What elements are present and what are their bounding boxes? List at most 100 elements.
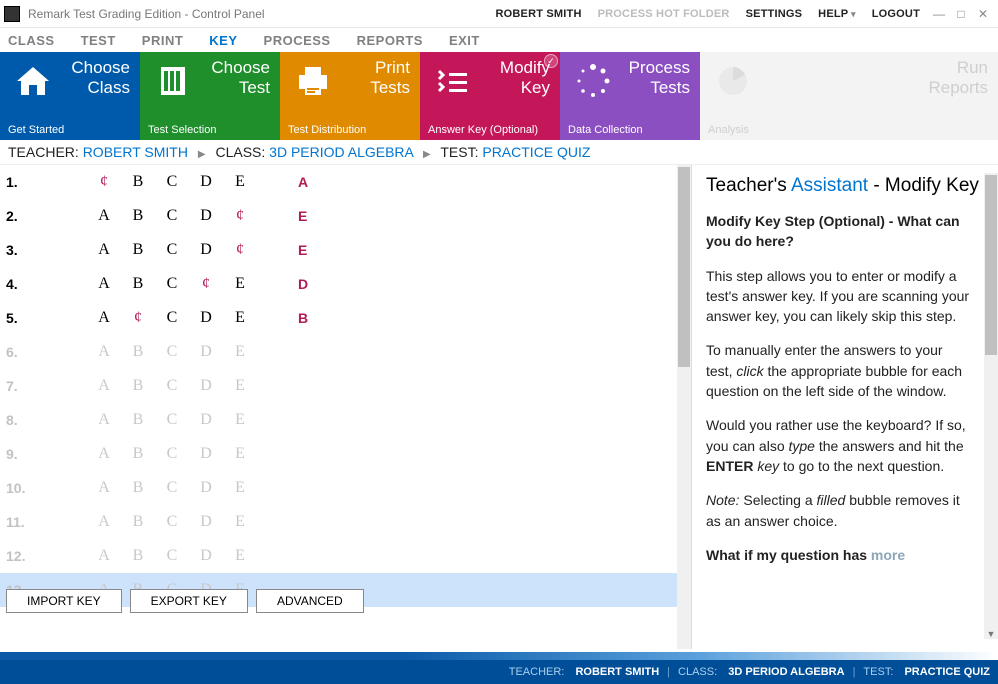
bubble-d[interactable]: D <box>198 479 214 497</box>
user-link[interactable]: ROBERT SMITH <box>495 8 581 20</box>
bubble-a[interactable]: A <box>96 377 112 395</box>
bubble-a[interactable]: A <box>96 513 112 531</box>
bubble-d[interactable]: D <box>198 445 214 463</box>
bubble-c[interactable]: C <box>164 377 180 395</box>
bubble-e[interactable]: E <box>232 377 248 395</box>
bubble-d[interactable]: D <box>198 207 214 225</box>
bubble-a[interactable]: A <box>96 207 112 225</box>
bubble-d[interactable]: D <box>198 173 214 191</box>
hotfolder-link[interactable]: PROCESS HOT FOLDER <box>598 8 730 20</box>
bubble-a[interactable]: A <box>96 445 112 463</box>
bubble-c[interactable]: C <box>164 547 180 565</box>
bubble-c[interactable]: C <box>164 207 180 225</box>
bubble-c[interactable]: C <box>164 309 180 327</box>
question-row[interactable]: 11.ABCDE <box>0 505 677 539</box>
bubble-e[interactable]: E <box>232 547 248 565</box>
question-row[interactable]: 9.ABCDE <box>0 437 677 471</box>
bubble-e[interactable]: ¢ <box>232 241 248 259</box>
breadcrumb-class[interactable]: 3D PERIOD ALGEBRA <box>269 144 413 160</box>
help-menu[interactable]: HELP <box>818 8 856 20</box>
menu-key[interactable]: KEY <box>209 33 237 48</box>
bubble-a[interactable]: ¢ <box>96 173 112 191</box>
question-row[interactable]: 3.ABCD¢E <box>0 233 677 267</box>
tile-modify-key[interactable]: ✓ ModifyKey Answer Key (Optional) <box>420 52 560 140</box>
scrollbar-thumb[interactable] <box>678 167 690 367</box>
bubble-c[interactable]: C <box>164 343 180 361</box>
settings-link[interactable]: SETTINGS <box>746 8 803 20</box>
scrollbar-vertical[interactable]: ▲ ▼ <box>984 173 998 639</box>
question-row[interactable]: 2.ABCD¢E <box>0 199 677 233</box>
bubble-b[interactable]: B <box>130 275 146 293</box>
maximize-button[interactable]: □ <box>950 7 972 21</box>
menu-test[interactable]: TEST <box>81 33 116 48</box>
assistant-link[interactable]: Assistant <box>791 175 868 196</box>
question-row[interactable]: 8.ABCDE <box>0 403 677 437</box>
bubble-b[interactable]: B <box>130 207 146 225</box>
bubble-a[interactable]: A <box>96 547 112 565</box>
bubble-b[interactable]: ¢ <box>130 309 146 327</box>
menu-print[interactable]: PRINT <box>142 33 184 48</box>
bubble-b[interactable]: B <box>130 513 146 531</box>
bubble-a[interactable]: A <box>96 479 112 497</box>
question-row[interactable]: 7.ABCDE <box>0 369 677 403</box>
question-row[interactable]: 6.ABCDE <box>0 335 677 369</box>
bubble-c[interactable]: C <box>164 513 180 531</box>
menu-exit[interactable]: EXIT <box>449 33 480 48</box>
bubble-d[interactable]: D <box>198 241 214 259</box>
bubble-e[interactable]: E <box>232 479 248 497</box>
menu-reports[interactable]: REPORTS <box>357 33 423 48</box>
bubble-a[interactable]: A <box>96 275 112 293</box>
bubble-a[interactable]: A <box>96 309 112 327</box>
bubble-c[interactable]: C <box>164 275 180 293</box>
logout-link[interactable]: LOGOUT <box>872 8 920 20</box>
bubble-c[interactable]: C <box>164 411 180 429</box>
bubble-c[interactable]: C <box>164 445 180 463</box>
scroll-down-icon[interactable]: ▼ <box>984 629 998 639</box>
question-row[interactable]: 1.¢BCDEA <box>0 165 677 199</box>
bubble-b[interactable]: B <box>130 411 146 429</box>
bubble-a[interactable]: A <box>96 343 112 361</box>
bubble-b[interactable]: B <box>130 173 146 191</box>
breadcrumb-test[interactable]: PRACTICE QUIZ <box>482 144 590 160</box>
bubble-b[interactable]: B <box>130 547 146 565</box>
minimize-button[interactable]: — <box>928 7 950 21</box>
bubble-d[interactable]: D <box>198 377 214 395</box>
breadcrumb-teacher[interactable]: ROBERT SMITH <box>83 144 188 160</box>
question-row[interactable]: 12.ABCDE <box>0 539 677 573</box>
bubble-e[interactable]: E <box>232 411 248 429</box>
bubble-d[interactable]: D <box>198 309 214 327</box>
advanced-button[interactable]: ADVANCED <box>256 589 364 613</box>
tile-choose-class[interactable]: ChooseClass Get Started <box>0 52 140 140</box>
bubble-d[interactable]: D <box>198 343 214 361</box>
bubble-e[interactable]: E <box>232 343 248 361</box>
bubble-a[interactable]: A <box>96 241 112 259</box>
bubble-b[interactable]: B <box>130 445 146 463</box>
import-key-button[interactable]: IMPORT KEY <box>6 589 122 613</box>
bubble-e[interactable]: E <box>232 513 248 531</box>
scrollbar-thumb[interactable] <box>985 175 997 355</box>
question-row[interactable]: 5.A¢CDEB <box>0 301 677 335</box>
bubble-b[interactable]: B <box>130 343 146 361</box>
bubble-d[interactable]: ¢ <box>198 275 214 293</box>
bubble-e[interactable]: ¢ <box>232 207 248 225</box>
bubble-e[interactable]: E <box>232 275 248 293</box>
bubble-e[interactable]: E <box>232 445 248 463</box>
bubble-c[interactable]: C <box>164 241 180 259</box>
bubble-c[interactable]: C <box>164 479 180 497</box>
question-row[interactable]: 10.ABCDE <box>0 471 677 505</box>
export-key-button[interactable]: EXPORT KEY <box>130 589 248 613</box>
bubble-a[interactable]: A <box>96 411 112 429</box>
tile-print-tests[interactable]: PrintTests Test Distribution <box>280 52 420 140</box>
menu-class[interactable]: CLASS <box>8 33 55 48</box>
menu-process[interactable]: PROCESS <box>264 33 331 48</box>
bubble-e[interactable]: E <box>232 173 248 191</box>
bubble-d[interactable]: D <box>198 411 214 429</box>
bubble-b[interactable]: B <box>130 479 146 497</box>
more-link[interactable]: more <box>871 547 905 563</box>
scrollbar-vertical[interactable] <box>677 165 691 649</box>
bubble-b[interactable]: B <box>130 377 146 395</box>
question-row[interactable]: 4.ABC¢ED <box>0 267 677 301</box>
bubble-d[interactable]: D <box>198 547 214 565</box>
bubble-c[interactable]: C <box>164 173 180 191</box>
bubble-e[interactable]: E <box>232 309 248 327</box>
